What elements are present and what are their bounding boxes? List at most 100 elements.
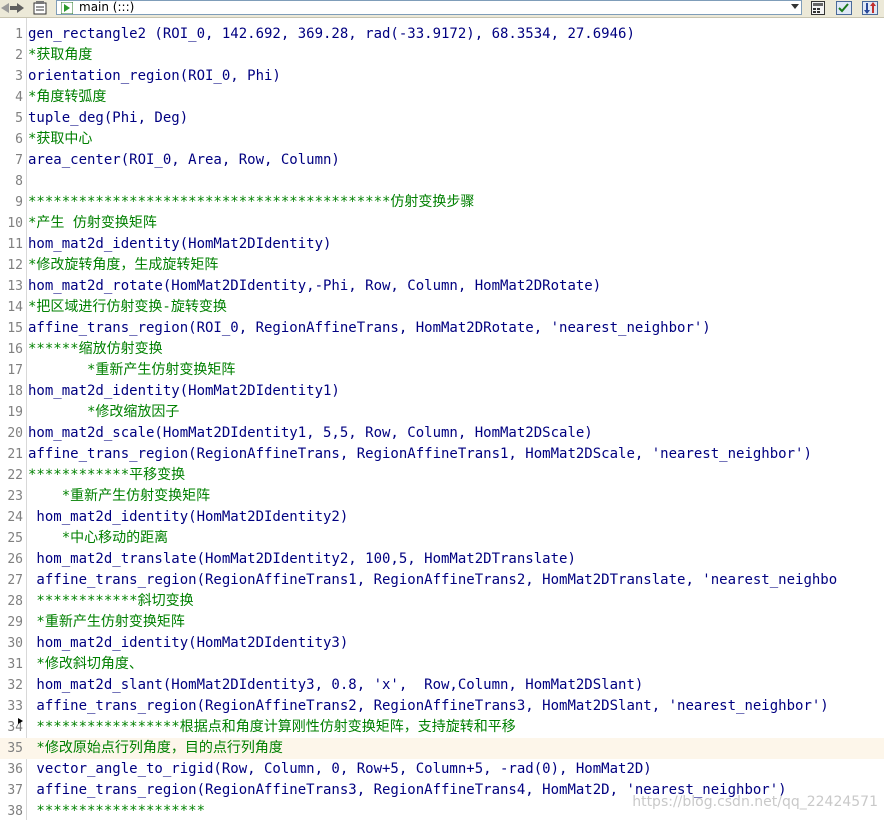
editor-toolbar: main (:::) xyxy=(0,0,884,18)
code-line[interactable]: 31 *修改斜切角度、 xyxy=(0,654,884,675)
code-line[interactable]: 26 hom_mat2d_translate(HomMat2DIdentity2… xyxy=(0,549,884,570)
line-number: 14 xyxy=(7,300,23,315)
procedure-select[interactable]: main (:::) xyxy=(56,0,802,15)
code-comment[interactable]: *角度转弧度 xyxy=(28,87,106,108)
line-number: 15 xyxy=(7,321,23,336)
code-line[interactable]: 5 tuple_deg(Phi, Deg) xyxy=(0,108,884,129)
code-statement[interactable]: affine_trans_region(RegionAffineTrans, R… xyxy=(28,444,812,465)
code-line[interactable]: 9 ***************************************… xyxy=(0,192,884,213)
code-statement[interactable]: tuple_deg(Phi, Deg) xyxy=(28,108,188,129)
code-comment[interactable]: *修改缩放因子 xyxy=(28,402,179,423)
code-comment[interactable]: ************斜切变换 xyxy=(28,591,193,612)
code-statement[interactable]: area_center(ROI_0, Area, Row, Column) xyxy=(28,150,340,171)
code-statement[interactable]: vector_angle_to_rigid(Row, Column, 0, Ro… xyxy=(28,759,651,780)
code-statement[interactable]: hom_mat2d_identity(HomMat2DIdentity3) xyxy=(28,633,348,654)
code-comment[interactable]: *重新产生仿射变换矩阵 xyxy=(28,612,184,633)
code-line[interactable]: 7 area_center(ROI_0, Area, Row, Column) xyxy=(0,150,884,171)
code-line[interactable]: 3 orientation_region(ROI_0, Phi) xyxy=(0,66,884,87)
forward-arrow-icon[interactable] xyxy=(10,1,24,15)
line-number: 13 xyxy=(7,279,23,294)
back-arrow-icon[interactable] xyxy=(1,1,9,15)
procedure-icon xyxy=(60,1,74,15)
code-line[interactable]: 24 hom_mat2d_identity(HomMat2DIdentity2) xyxy=(0,507,884,528)
code-line[interactable]: 22 ************平移变换 xyxy=(0,465,884,486)
line-number: 4 xyxy=(15,90,23,105)
code-line[interactable]: 1 gen_rectangle2 (ROI_0, 142.692, 369.28,… xyxy=(0,24,884,45)
code-comment[interactable]: *修改旋转角度，生成旋转矩阵 xyxy=(28,255,218,276)
line-number: 5 xyxy=(15,111,23,126)
code-line[interactable]: 14 *把区域进行仿射变换-旋转变换 xyxy=(0,297,884,318)
code-line[interactable]: 29 *重新产生仿射变换矩阵 xyxy=(0,612,884,633)
code-statement[interactable]: hom_mat2d_rotate(HomMat2DIdentity,-Phi, … xyxy=(28,276,601,297)
code-line[interactable]: 20 hom_mat2d_scale(HomMat2DIdentity1, 5,5… xyxy=(0,423,884,444)
code-line[interactable]: 36 vector_angle_to_rigid(Row, Column, 0,… xyxy=(0,759,884,780)
code-line[interactable]: 32 hom_mat2d_slant(HomMat2DIdentity3, 0.… xyxy=(0,675,884,696)
code-editor[interactable]: 1 gen_rectangle2 (ROI_0, 142.692, 369.28,… xyxy=(0,18,884,820)
code-line[interactable]: 28 ************斜切变换 xyxy=(0,591,884,612)
code-statement[interactable]: hom_mat2d_identity(HomMat2DIdentity) xyxy=(28,234,331,255)
pc-marker-icon xyxy=(18,718,23,724)
code-line[interactable]: 30 hom_mat2d_identity(HomMat2DIdentity3) xyxy=(0,633,884,654)
line-number: 25 xyxy=(7,531,23,546)
line-number: 33 xyxy=(7,699,23,714)
code-line[interactable]: 18 hom_mat2d_identity(HomMat2DIdentity1) xyxy=(0,381,884,402)
calculator-icon[interactable] xyxy=(810,1,826,15)
chevron-down-icon[interactable] xyxy=(791,4,799,9)
line-number: 36 xyxy=(7,762,23,777)
code-statement[interactable]: orientation_region(ROI_0, Phi) xyxy=(28,66,281,87)
procedure-doc-icon[interactable] xyxy=(32,1,48,15)
code-line[interactable]: 19 *修改缩放因子 xyxy=(0,402,884,423)
code-line[interactable]: 25 *中心移动的距离 xyxy=(0,528,884,549)
code-comment[interactable]: *获取中心 xyxy=(28,129,92,150)
code-comment[interactable]: *中心移动的距离 xyxy=(28,528,168,549)
code-comment[interactable]: *把区域进行仿射变换-旋转变换 xyxy=(28,297,227,318)
code-statement[interactable]: affine_trans_region(RegionAffineTrans2, … xyxy=(28,696,828,717)
code-statement[interactable]: hom_mat2d_scale(HomMat2DIdentity1, 5,5, … xyxy=(28,423,593,444)
line-number: 7 xyxy=(15,153,23,168)
code-comment[interactable]: *****************根据点和角度计算刚性仿射变换矩阵，支持旋转和平… xyxy=(28,717,515,738)
code-line[interactable]: 34 *****************根据点和角度计算刚性仿射变换矩阵，支持旋… xyxy=(0,717,884,738)
code-comment[interactable]: *获取角度 xyxy=(28,45,92,66)
code-line[interactable]: 12 *修改旋转角度，生成旋转矩阵 xyxy=(0,255,884,276)
code-comment[interactable]: ****************************************… xyxy=(28,192,474,213)
code-line[interactable]: 35 *修改原始点行列角度，目的点行列角度 xyxy=(0,738,884,759)
code-line[interactable]: 27 affine_trans_region(RegionAffineTrans… xyxy=(0,570,884,591)
checklist-icon[interactable] xyxy=(836,1,852,15)
line-number: 2 xyxy=(15,48,23,63)
code-comment[interactable]: *重新产生仿射变换矩阵 xyxy=(28,360,235,381)
code-comment[interactable]: ************平移变换 xyxy=(28,465,185,486)
line-number: 24 xyxy=(7,510,23,525)
line-number: 16 xyxy=(7,342,23,357)
code-line[interactable]: 16 ******缩放仿射变换 xyxy=(0,339,884,360)
code-statement[interactable]: hom_mat2d_translate(HomMat2DIdentity2, 1… xyxy=(28,549,575,570)
line-number: 27 xyxy=(7,573,23,588)
code-statement[interactable]: hom_mat2d_identity(HomMat2DIdentity1) xyxy=(28,381,340,402)
code-line[interactable]: 10 *产生 仿射变换矩阵 xyxy=(0,213,884,234)
code-line[interactable]: 17 *重新产生仿射变换矩阵 xyxy=(0,360,884,381)
code-comment[interactable]: *产生 仿射变换矩阵 xyxy=(28,213,157,234)
code-comment[interactable]: *修改斜切角度、 xyxy=(28,654,142,675)
code-line[interactable]: 15 affine_trans_region(ROI_0, RegionAffin… xyxy=(0,318,884,339)
code-statement[interactable]: gen_rectangle2 (ROI_0, 142.692, 369.28, … xyxy=(28,24,635,45)
code-comment[interactable]: *重新产生仿射变换矩阵 xyxy=(28,486,210,507)
line-number: 32 xyxy=(7,678,23,693)
code-line[interactable]: 21 affine_trans_region(RegionAffineTrans,… xyxy=(0,444,884,465)
code-line[interactable]: 4 *角度转弧度 xyxy=(0,87,884,108)
code-comment[interactable]: *修改原始点行列角度，目的点行列角度 xyxy=(28,738,282,759)
code-comment[interactable]: ******************** xyxy=(28,801,205,822)
code-line[interactable]: 33 affine_trans_region(RegionAffineTrans… xyxy=(0,696,884,717)
code-line[interactable]: 6 *获取中心 xyxy=(0,129,884,150)
code-statement[interactable]: hom_mat2d_slant(HomMat2DIdentity3, 0.8, … xyxy=(28,675,643,696)
code-line[interactable]: 11 hom_mat2d_identity(HomMat2DIdentity) xyxy=(0,234,884,255)
code-statement[interactable]: affine_trans_region(ROI_0, RegionAffineT… xyxy=(28,318,711,339)
sort-icon[interactable] xyxy=(862,1,878,15)
code-line[interactable]: 2 *获取角度 xyxy=(0,45,884,66)
line-number: 3 xyxy=(15,69,23,84)
code-statement[interactable]: affine_trans_region(RegionAffineTrans1, … xyxy=(28,570,837,591)
code-line[interactable]: 23 *重新产生仿射变换矩阵 xyxy=(0,486,884,507)
code-statement[interactable]: hom_mat2d_identity(HomMat2DIdentity2) xyxy=(28,507,348,528)
code-line[interactable]: 13 hom_mat2d_rotate(HomMat2DIdentity,-Phi… xyxy=(0,276,884,297)
code-comment[interactable]: ******缩放仿射变换 xyxy=(28,339,163,360)
code-line[interactable]: 8 xyxy=(0,171,884,192)
procedure-name: main (:::) xyxy=(79,0,135,14)
